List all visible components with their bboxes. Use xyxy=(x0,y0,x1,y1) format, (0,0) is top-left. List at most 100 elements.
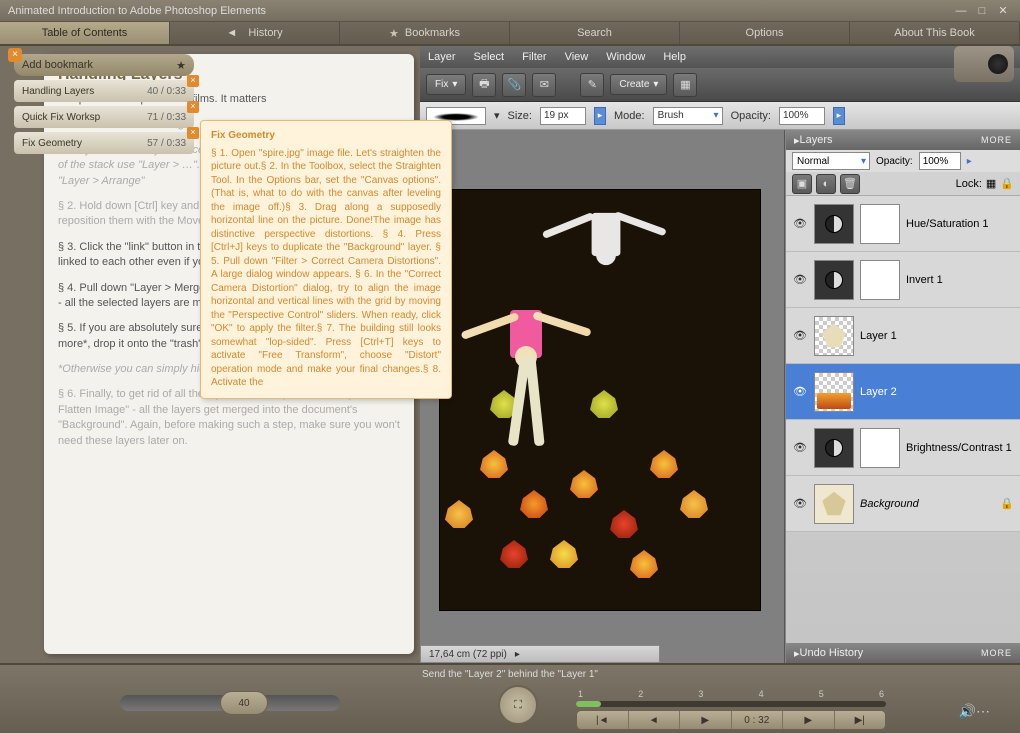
visibility-icon[interactable]: 👁 xyxy=(792,385,808,398)
progress-bar[interactable] xyxy=(576,701,886,707)
visibility-icon[interactable]: 👁 xyxy=(792,329,808,342)
transport-controls: |◄ ◄ ▶ 0 : 32 ▶ ▶| xyxy=(576,710,886,730)
visibility-icon[interactable]: 👁 xyxy=(792,497,808,510)
star-icon: ★ xyxy=(176,59,186,72)
maximize-button[interactable]: □ xyxy=(973,3,991,18)
tab-toc[interactable]: Table of Contents xyxy=(0,22,170,44)
lock-all-icon[interactable]: 🔒 xyxy=(1000,177,1014,190)
remove-icon[interactable]: × xyxy=(187,101,199,113)
bookmark-item[interactable]: Fix Geometry 57 / 0:33 × xyxy=(14,132,194,154)
layer-mask xyxy=(860,260,900,300)
window-title: Animated Introduction to Adobe Photoshop… xyxy=(8,5,949,17)
size-field[interactable]: 19 px xyxy=(540,107,586,125)
remove-icon[interactable]: × xyxy=(187,75,199,87)
panel-close-icon[interactable]: × xyxy=(8,48,22,62)
layers-panel-tab[interactable]: ▸ Layers MORE xyxy=(786,130,1020,150)
grid-icon[interactable]: ▦ xyxy=(673,73,697,97)
menu-select[interactable]: Select xyxy=(474,51,505,63)
panel-more-button[interactable]: MORE xyxy=(981,648,1012,658)
adjustment-layer-icon[interactable]: ◐ xyxy=(816,174,836,194)
menu-window[interactable]: Window xyxy=(606,51,645,63)
panel-more-button[interactable]: MORE xyxy=(981,135,1012,145)
back-arrow-icon: ◄ xyxy=(226,27,248,39)
visibility-icon[interactable]: 👁 xyxy=(792,217,808,230)
layer-opacity-field[interactable]: 100% xyxy=(919,152,961,170)
step-hint: Send the "Layer 2" behind the "Layer 1" xyxy=(422,669,598,680)
fullscreen-button[interactable]: ⛶ xyxy=(498,685,538,725)
layer-name: Invert 1 xyxy=(906,274,943,286)
opacity-field[interactable]: 100% xyxy=(779,107,825,125)
visibility-icon[interactable]: 👁 xyxy=(792,273,808,286)
menu-layer[interactable]: Layer xyxy=(428,51,456,63)
lock-label: Lock: xyxy=(956,178,982,190)
minimize-button[interactable]: — xyxy=(952,3,970,18)
left-pane: Handling Layers comparison with prints a… xyxy=(0,46,420,663)
attach-icon[interactable]: 📎 xyxy=(502,73,526,97)
layer-thumb xyxy=(814,260,854,300)
brush-icon[interactable]: ✎ xyxy=(580,73,604,97)
canvas-area[interactable]: 17,64 cm (72 ppi) ▸ xyxy=(420,130,785,663)
lock-pixels-icon[interactable]: ▦ xyxy=(986,177,996,190)
ps-options-bar: ▾ Size: 19 px ▸ Mode: Brush Opacity: 100… xyxy=(420,102,1020,130)
new-layer-icon[interactable]: ▣ xyxy=(792,174,812,194)
tab-history[interactable]: ◄History xyxy=(170,22,340,44)
mail-icon[interactable]: ✉ xyxy=(532,73,556,97)
page-slider[interactable]: 40 xyxy=(120,695,340,711)
size-popup-arrow[interactable]: ▸ xyxy=(594,107,606,125)
layer-thumb xyxy=(814,204,854,244)
close-button[interactable]: ✕ xyxy=(994,3,1012,18)
mode-select[interactable]: Brush xyxy=(653,107,723,125)
tab-bookmarks[interactable]: ★Bookmarks xyxy=(340,22,510,44)
create-button[interactable]: Create ▾ xyxy=(610,74,667,95)
menu-view[interactable]: View xyxy=(565,51,589,63)
page-knob[interactable]: 40 xyxy=(220,691,268,715)
remove-icon[interactable]: × xyxy=(187,127,199,139)
layer-row-selected[interactable]: 👁 Layer 2 xyxy=(786,364,1020,420)
opacity-popup-arrow[interactable]: ▸ xyxy=(833,107,845,125)
titlebar: Animated Introduction to Adobe Photoshop… xyxy=(0,0,1020,22)
visibility-icon[interactable]: 👁 xyxy=(792,441,808,454)
layer-name: Layer 2 xyxy=(860,386,897,398)
main-area: Handling Layers comparison with prints a… xyxy=(0,46,1020,663)
layer-row[interactable]: 👁 Layer 1 xyxy=(786,308,1020,364)
menu-help[interactable]: Help xyxy=(663,51,686,63)
print-icon[interactable]: 🖶 xyxy=(472,73,496,97)
end-button[interactable]: ▶| xyxy=(835,711,886,729)
bookmark-item[interactable]: Quick Fix Worksp 71 / 0:33 × xyxy=(14,106,194,128)
layer-row[interactable]: 👁 Brightness/Contrast 1 xyxy=(786,420,1020,476)
layer-mask xyxy=(860,428,900,468)
layer-row[interactable]: 👁 Hue/Saturation 1 xyxy=(786,196,1020,252)
blend-mode-select[interactable]: Normal xyxy=(792,152,870,170)
camera-decoration xyxy=(954,46,1014,82)
fix-button[interactable]: Fix ▾ xyxy=(426,74,466,95)
photoshop-window: Layer Select Filter View Window Help Fix… xyxy=(420,46,1020,663)
add-bookmark-button[interactable]: × Add bookmark ★ xyxy=(14,54,194,76)
volume-icon[interactable]: 🔊⋯ xyxy=(959,703,990,720)
layers-toolbar: ▣ ◐ 🗑 Lock: ▦ 🔒 xyxy=(786,172,1020,196)
document-image xyxy=(440,190,760,610)
layer-row-background[interactable]: 👁 Background 🔒 xyxy=(786,476,1020,532)
tab-about[interactable]: About This Book xyxy=(850,22,1020,44)
undo-history-tab[interactable]: ▸ Undo History MORE xyxy=(786,643,1020,663)
layer-thumb xyxy=(814,316,854,356)
bookmark-item[interactable]: Handling Layers 40 / 0:33 × xyxy=(14,80,194,102)
rewind-button[interactable]: |◄ xyxy=(577,711,629,729)
tab-search[interactable]: Search xyxy=(510,22,680,44)
mode-label: Mode: xyxy=(614,110,645,122)
status-arrow-icon[interactable]: ▸ xyxy=(515,649,520,660)
tab-options[interactable]: Options xyxy=(680,22,850,44)
canvas-status: 17,64 cm (72 ppi) ▸ xyxy=(420,645,660,663)
opacity-label: Opacity: xyxy=(731,110,771,122)
size-label: Size: xyxy=(508,110,532,122)
layer-thumb xyxy=(814,372,854,412)
prev-button[interactable]: ◄ xyxy=(629,711,681,729)
layer-row[interactable]: 👁 Invert 1 xyxy=(786,252,1020,308)
bookmark-panel: × Add bookmark ★ Handling Layers 40 / 0:… xyxy=(14,54,194,158)
lock-icon: 🔒 xyxy=(1000,497,1014,510)
ps-shortcuts-bar: Fix ▾ 🖶 📎 ✉ ✎ Create ▾ ▦ xyxy=(420,68,1020,102)
delete-layer-icon[interactable]: 🗑 xyxy=(840,174,860,194)
play-button[interactable]: ▶ xyxy=(680,711,732,729)
main-tabs: Table of Contents ◄History ★Bookmarks Se… xyxy=(0,22,1020,46)
next-button[interactable]: ▶ xyxy=(783,711,835,729)
menu-filter[interactable]: Filter xyxy=(522,51,546,63)
